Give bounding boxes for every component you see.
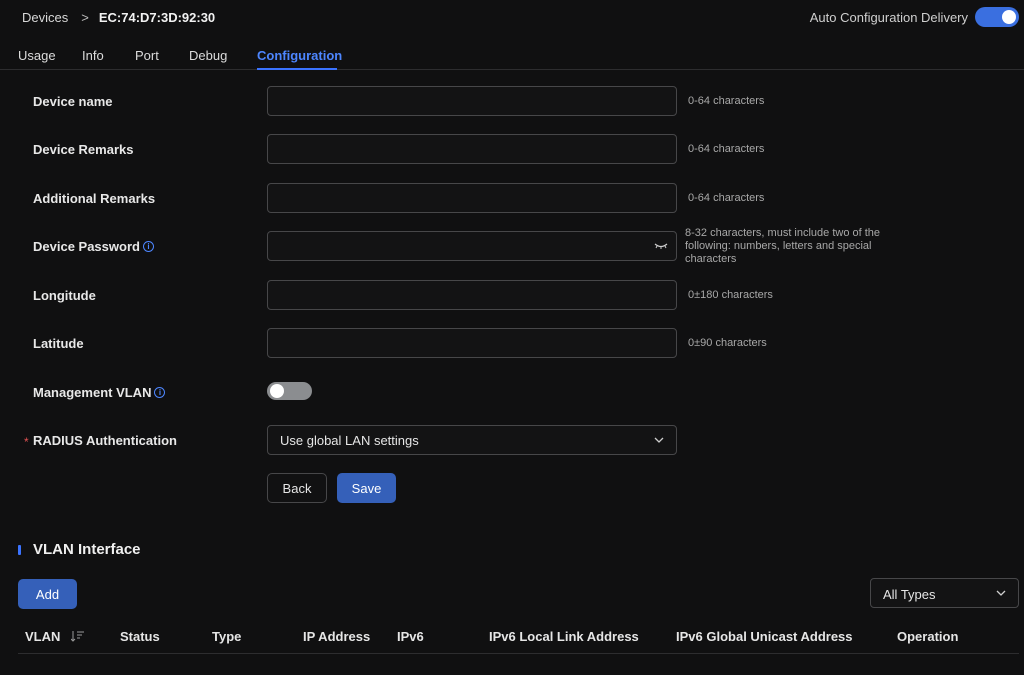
management-vlan-label: Management VLAN <box>33 385 152 400</box>
top-bar: Devices > EC:74:D7:3D:92:30 Auto Configu… <box>0 0 1024 36</box>
device-password-field[interactable] <box>267 231 677 261</box>
device-name-hint: 0-64 characters <box>688 95 765 107</box>
auto-config-label: Auto Configuration Delivery <box>809 10 968 25</box>
vlan-type-filter[interactable]: All Types <box>870 578 1019 608</box>
tab-configuration[interactable]: Configuration <box>257 48 342 63</box>
back-button[interactable]: Back <box>267 473 327 503</box>
column-vlan[interactable]: VLAN <box>25 629 60 644</box>
additional-remarks-input[interactable] <box>267 183 677 213</box>
column-ipv6: IPv6 <box>397 629 424 644</box>
info-icon[interactable]: i <box>142 241 154 252</box>
eye-closed-icon[interactable] <box>654 240 668 252</box>
tab-debug[interactable]: Debug <box>189 48 227 63</box>
column-ipv6-local-link: IPv6 Local Link Address <box>489 629 639 644</box>
management-vlan-toggle[interactable] <box>267 382 312 400</box>
radius-select[interactable]: Use global LAN settings <box>267 425 677 455</box>
vlan-section-title: VLAN Interface <box>33 541 141 558</box>
column-ip-address: IP Address <box>303 629 371 644</box>
device-mac-title: EC:74:D7:3D:92:30 <box>98 10 216 25</box>
device-remarks-hint: 0-64 characters <box>688 143 765 155</box>
tab-bar: Usage Info Port Debug Configuration <box>0 36 1024 70</box>
device-remarks-input[interactable] <box>267 134 677 164</box>
chevron-down-icon <box>996 590 1006 596</box>
vlan-type-filter-value: All Types <box>883 587 936 602</box>
table-header-divider <box>18 653 1019 654</box>
breadcrumb-separator: > <box>81 10 89 25</box>
section-marker <box>18 545 21 555</box>
sort-icon[interactable] <box>71 630 85 642</box>
tab-port[interactable]: Port <box>135 48 159 63</box>
latitude-label: Latitude <box>33 336 84 351</box>
tab-info[interactable]: Info <box>82 48 104 63</box>
device-name-input[interactable] <box>267 86 677 116</box>
device-name-label: Device name <box>33 94 113 109</box>
chevron-down-icon <box>654 437 664 443</box>
device-password-label: Device Password <box>33 239 140 254</box>
info-icon[interactable]: i <box>154 387 166 398</box>
latitude-hint: 0±90 characters <box>688 337 767 349</box>
device-password-hint: 8-32 characters, must include two of the… <box>685 227 881 265</box>
longitude-input[interactable] <box>267 280 677 310</box>
required-marker: * <box>24 435 29 449</box>
save-button[interactable]: Save <box>337 473 396 503</box>
add-vlan-button[interactable]: Add <box>18 579 77 609</box>
longitude-hint: 0±180 characters <box>688 289 773 301</box>
column-operation: Operation <box>897 629 959 644</box>
toggle-knob <box>270 384 284 398</box>
management-vlan-row-label: Management VLAN i <box>33 385 166 400</box>
tab-usage[interactable]: Usage <box>18 48 56 63</box>
additional-remarks-label: Additional Remarks <box>33 191 156 206</box>
active-tab-indicator <box>257 68 337 70</box>
device-remarks-label: Device Remarks <box>33 142 134 157</box>
breadcrumb-devices-link[interactable]: Devices <box>22 10 68 25</box>
breadcrumb: Devices > EC:74:D7:3D:92:30 <box>22 10 215 25</box>
latitude-input[interactable] <box>267 328 677 358</box>
radius-selected-value: Use global LAN settings <box>280 433 419 448</box>
column-ipv6-global-unicast: IPv6 Global Unicast Address <box>676 629 853 644</box>
additional-remarks-hint: 0-64 characters <box>688 192 765 204</box>
auto-config-toggle[interactable] <box>975 7 1019 27</box>
column-type: Type <box>212 629 242 644</box>
device-password-row-label: Device Password i <box>33 239 154 254</box>
radius-label: RADIUS Authentication <box>33 433 177 448</box>
toggle-knob <box>1002 10 1016 24</box>
column-status: Status <box>120 629 160 644</box>
longitude-label: Longitude <box>33 288 96 303</box>
